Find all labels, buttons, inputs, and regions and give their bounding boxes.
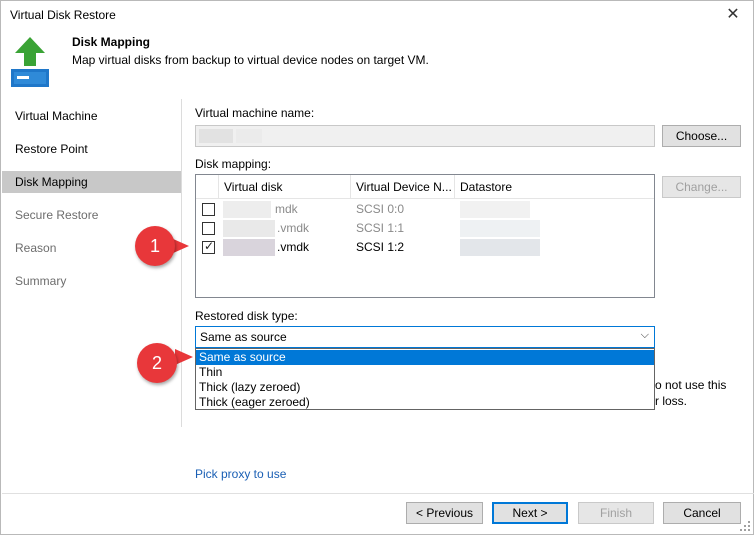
sidebar-item-summary: Summary — [15, 274, 67, 288]
device-node-cell: SCSI 1:1 — [356, 221, 405, 235]
virtual-disk-cell: mdk — [275, 202, 298, 216]
redacted-vm-name — [236, 129, 262, 143]
checkmark-icon: ✓ — [204, 239, 215, 253]
vm-name-field — [195, 125, 655, 147]
step-subtitle: Map virtual disks from backup to virtual… — [72, 53, 429, 67]
obscured-note-text: o not use this — [655, 378, 727, 392]
row-checkbox[interactable] — [202, 222, 215, 235]
sidebar-item-secure-restore: Secure Restore — [15, 208, 99, 222]
option-thick-lazy-zeroed[interactable]: Thick (lazy zeroed) — [196, 380, 654, 395]
title-bar: Virtual Disk Restore ✕ — [1, 1, 753, 29]
option-thick-eager-zeroed[interactable]: Thick (eager zeroed) — [196, 395, 654, 410]
sidebar-item-restore-point[interactable]: Restore Point — [2, 138, 181, 160]
disk-mapping-label: Disk mapping: — [195, 157, 272, 171]
disk-mapping-table: Virtual disk Virtual Device N... Datasto… — [195, 174, 655, 298]
pick-proxy-link[interactable]: Pick proxy to use — [195, 467, 286, 481]
redacted-disk-name — [223, 220, 275, 237]
option-same-as-source[interactable]: Same as source — [196, 350, 654, 365]
table-header: Virtual disk Virtual Device N... Datasto… — [196, 175, 654, 199]
virtual-disk-cell: .vmdk — [277, 221, 310, 235]
row-checkbox[interactable]: ✓ — [202, 239, 215, 254]
option-thin[interactable]: Thin — [196, 365, 654, 380]
column-datastore[interactable]: Datastore — [455, 175, 654, 199]
sidebar-item-disk-mapping[interactable]: Disk Mapping — [2, 171, 181, 193]
next-button[interactable]: Next > — [492, 502, 568, 524]
sidebar-item-virtual-machine[interactable]: Virtual Machine — [2, 105, 181, 127]
row-checkbox[interactable] — [202, 203, 215, 216]
redacted-datastore — [460, 220, 540, 237]
table-row[interactable]: ✓ .vmdk SCSI 1:2 — [196, 238, 654, 257]
close-icon[interactable]: ✕ — [719, 3, 747, 27]
restored-disk-type-select[interactable]: Same as source ⌵ — [195, 326, 655, 348]
choose-vm-button[interactable]: Choose... — [662, 125, 741, 147]
obscured-note-text: r loss. — [655, 394, 688, 408]
sidebar-divider — [181, 99, 182, 427]
redacted-disk-name — [223, 239, 275, 256]
restored-disk-type-label: Restored disk type: — [195, 309, 298, 323]
callout-2: 2 — [137, 343, 177, 383]
column-virtual-disk[interactable]: Virtual disk — [219, 175, 351, 199]
callout-1: 1 — [135, 226, 175, 266]
virtual-disk-cell: .vmdk — [277, 240, 310, 254]
selected-disk-type: Same as source — [200, 330, 287, 344]
window-title: Virtual Disk Restore — [10, 8, 116, 22]
table-row[interactable]: mdk SCSI 0:0 — [196, 200, 654, 219]
footer-divider — [2, 493, 754, 494]
finish-button: Finish — [578, 502, 654, 524]
redacted-datastore — [460, 239, 540, 256]
vm-name-label: Virtual machine name: — [195, 106, 315, 120]
virtual-disk-restore-window: Virtual Disk Restore ✕ Disk Mapping Map … — [0, 0, 754, 535]
table-row[interactable]: .vmdk SCSI 1:1 — [196, 219, 654, 238]
callout-2-pointer — [175, 349, 193, 365]
chevron-down-icon[interactable]: ⌵ — [641, 329, 649, 342]
step-title: Disk Mapping — [72, 35, 151, 49]
redacted-disk-name — [223, 201, 271, 218]
checkbox-column-header — [196, 175, 219, 199]
resize-grip-icon[interactable] — [739, 520, 751, 532]
redacted-datastore — [460, 201, 530, 218]
device-node-cell: SCSI 0:0 — [356, 202, 405, 216]
device-node-cell: SCSI 1:2 — [356, 240, 405, 254]
previous-button[interactable]: < Previous — [406, 502, 483, 524]
disk-type-dropdown-list: Same as source Thin Thick (lazy zeroed) … — [195, 348, 655, 410]
redacted-vm-name — [199, 129, 233, 143]
restore-arrow-icon — [11, 37, 49, 87]
wizard-header: Disk Mapping Map virtual disks from back… — [1, 29, 753, 91]
column-virtual-device-node[interactable]: Virtual Device N... — [351, 175, 455, 199]
cancel-button[interactable]: Cancel — [663, 502, 741, 524]
change-mapping-button: Change... — [662, 176, 741, 198]
